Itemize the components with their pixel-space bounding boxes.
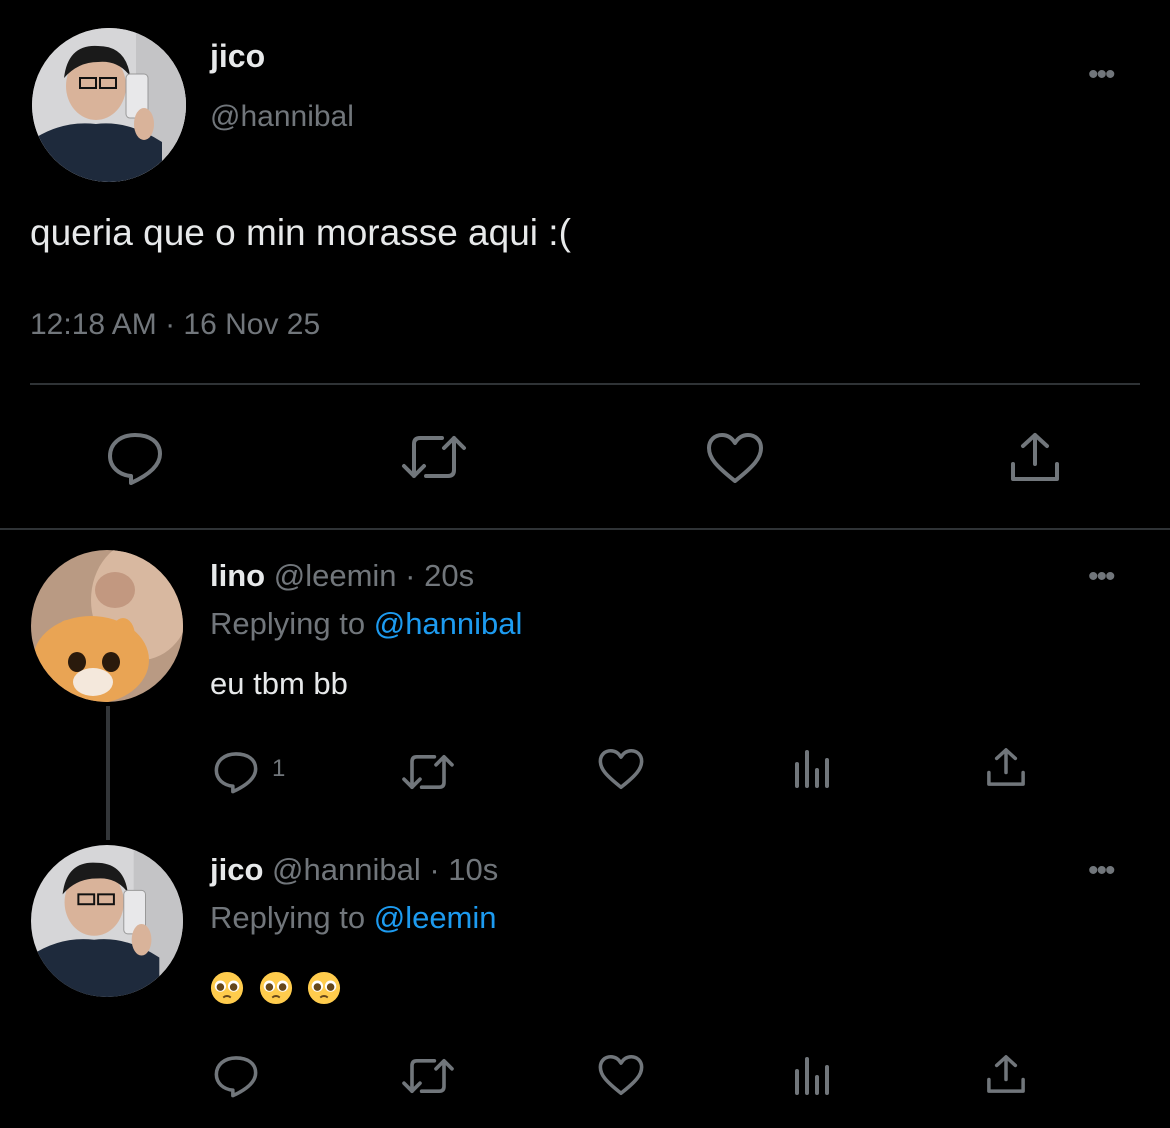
more-icon[interactable]: ••• [1088, 60, 1115, 90]
like-icon[interactable] [598, 748, 644, 790]
reply-icon[interactable] [213, 750, 259, 794]
tweet-thread: jico @hannibal ••• queria que o min mora… [0, 0, 1170, 1128]
reply-author-handle[interactable]: @leemin [274, 558, 397, 593]
pleading-face-icon [259, 971, 292, 1004]
retweet-icon[interactable] [400, 752, 456, 792]
reply-icon[interactable] [213, 1054, 259, 1098]
share-icon[interactable] [985, 746, 1027, 788]
replying-to: Replying to @leemin [210, 900, 497, 936]
tweet-timestamp[interactable]: 12:18 AM · 16 Nov 25 [30, 308, 320, 342]
views-icon[interactable] [793, 748, 833, 788]
share-icon[interactable] [1008, 430, 1062, 484]
reply-author-name[interactable]: jico [210, 852, 263, 887]
replying-mention[interactable]: @leemin [374, 900, 497, 935]
author-avatar[interactable] [32, 28, 186, 182]
reply-time[interactable]: · 20s [405, 558, 474, 593]
author-name[interactable]: jico [210, 38, 265, 75]
reply-icon[interactable] [106, 430, 164, 486]
more-icon[interactable]: ••• [1088, 562, 1115, 592]
reply-header: lino @leemin · 20s [210, 558, 474, 594]
divider [0, 528, 1170, 530]
reply-count: 1 [272, 755, 286, 782]
reply-header: jico @hannibal · 10s [210, 852, 498, 888]
author-handle[interactable]: @hannibal [210, 100, 354, 134]
share-icon[interactable] [985, 1053, 1027, 1095]
reply-author-name[interactable]: lino [210, 558, 265, 593]
tweet-text: queria que o min morasse aqui :( [30, 212, 571, 253]
reply-time[interactable]: · 10s [429, 852, 498, 887]
like-icon[interactable] [598, 1054, 644, 1096]
reply-avatar[interactable] [31, 550, 183, 702]
views-icon[interactable] [793, 1055, 833, 1095]
replying-prefix: Replying to [210, 900, 366, 935]
retweet-icon[interactable] [400, 432, 468, 482]
retweet-icon[interactable] [400, 1056, 456, 1096]
reply-avatar[interactable] [31, 845, 183, 997]
thread-line [106, 706, 110, 840]
replying-prefix: Replying to [210, 606, 366, 641]
reply-text: 🥺🥺🥺 [210, 968, 347, 1005]
more-icon[interactable]: ••• [1088, 856, 1115, 886]
reply-author-handle[interactable]: @hannibal [272, 852, 421, 887]
pleading-face-icon [308, 971, 341, 1004]
like-icon[interactable] [706, 432, 764, 484]
reply-text: eu tbm bb [210, 666, 348, 701]
replying-mention[interactable]: @hannibal [374, 606, 523, 641]
divider [30, 383, 1140, 385]
replying-to: Replying to @hannibal [210, 606, 522, 642]
pleading-face-icon [210, 971, 244, 1004]
